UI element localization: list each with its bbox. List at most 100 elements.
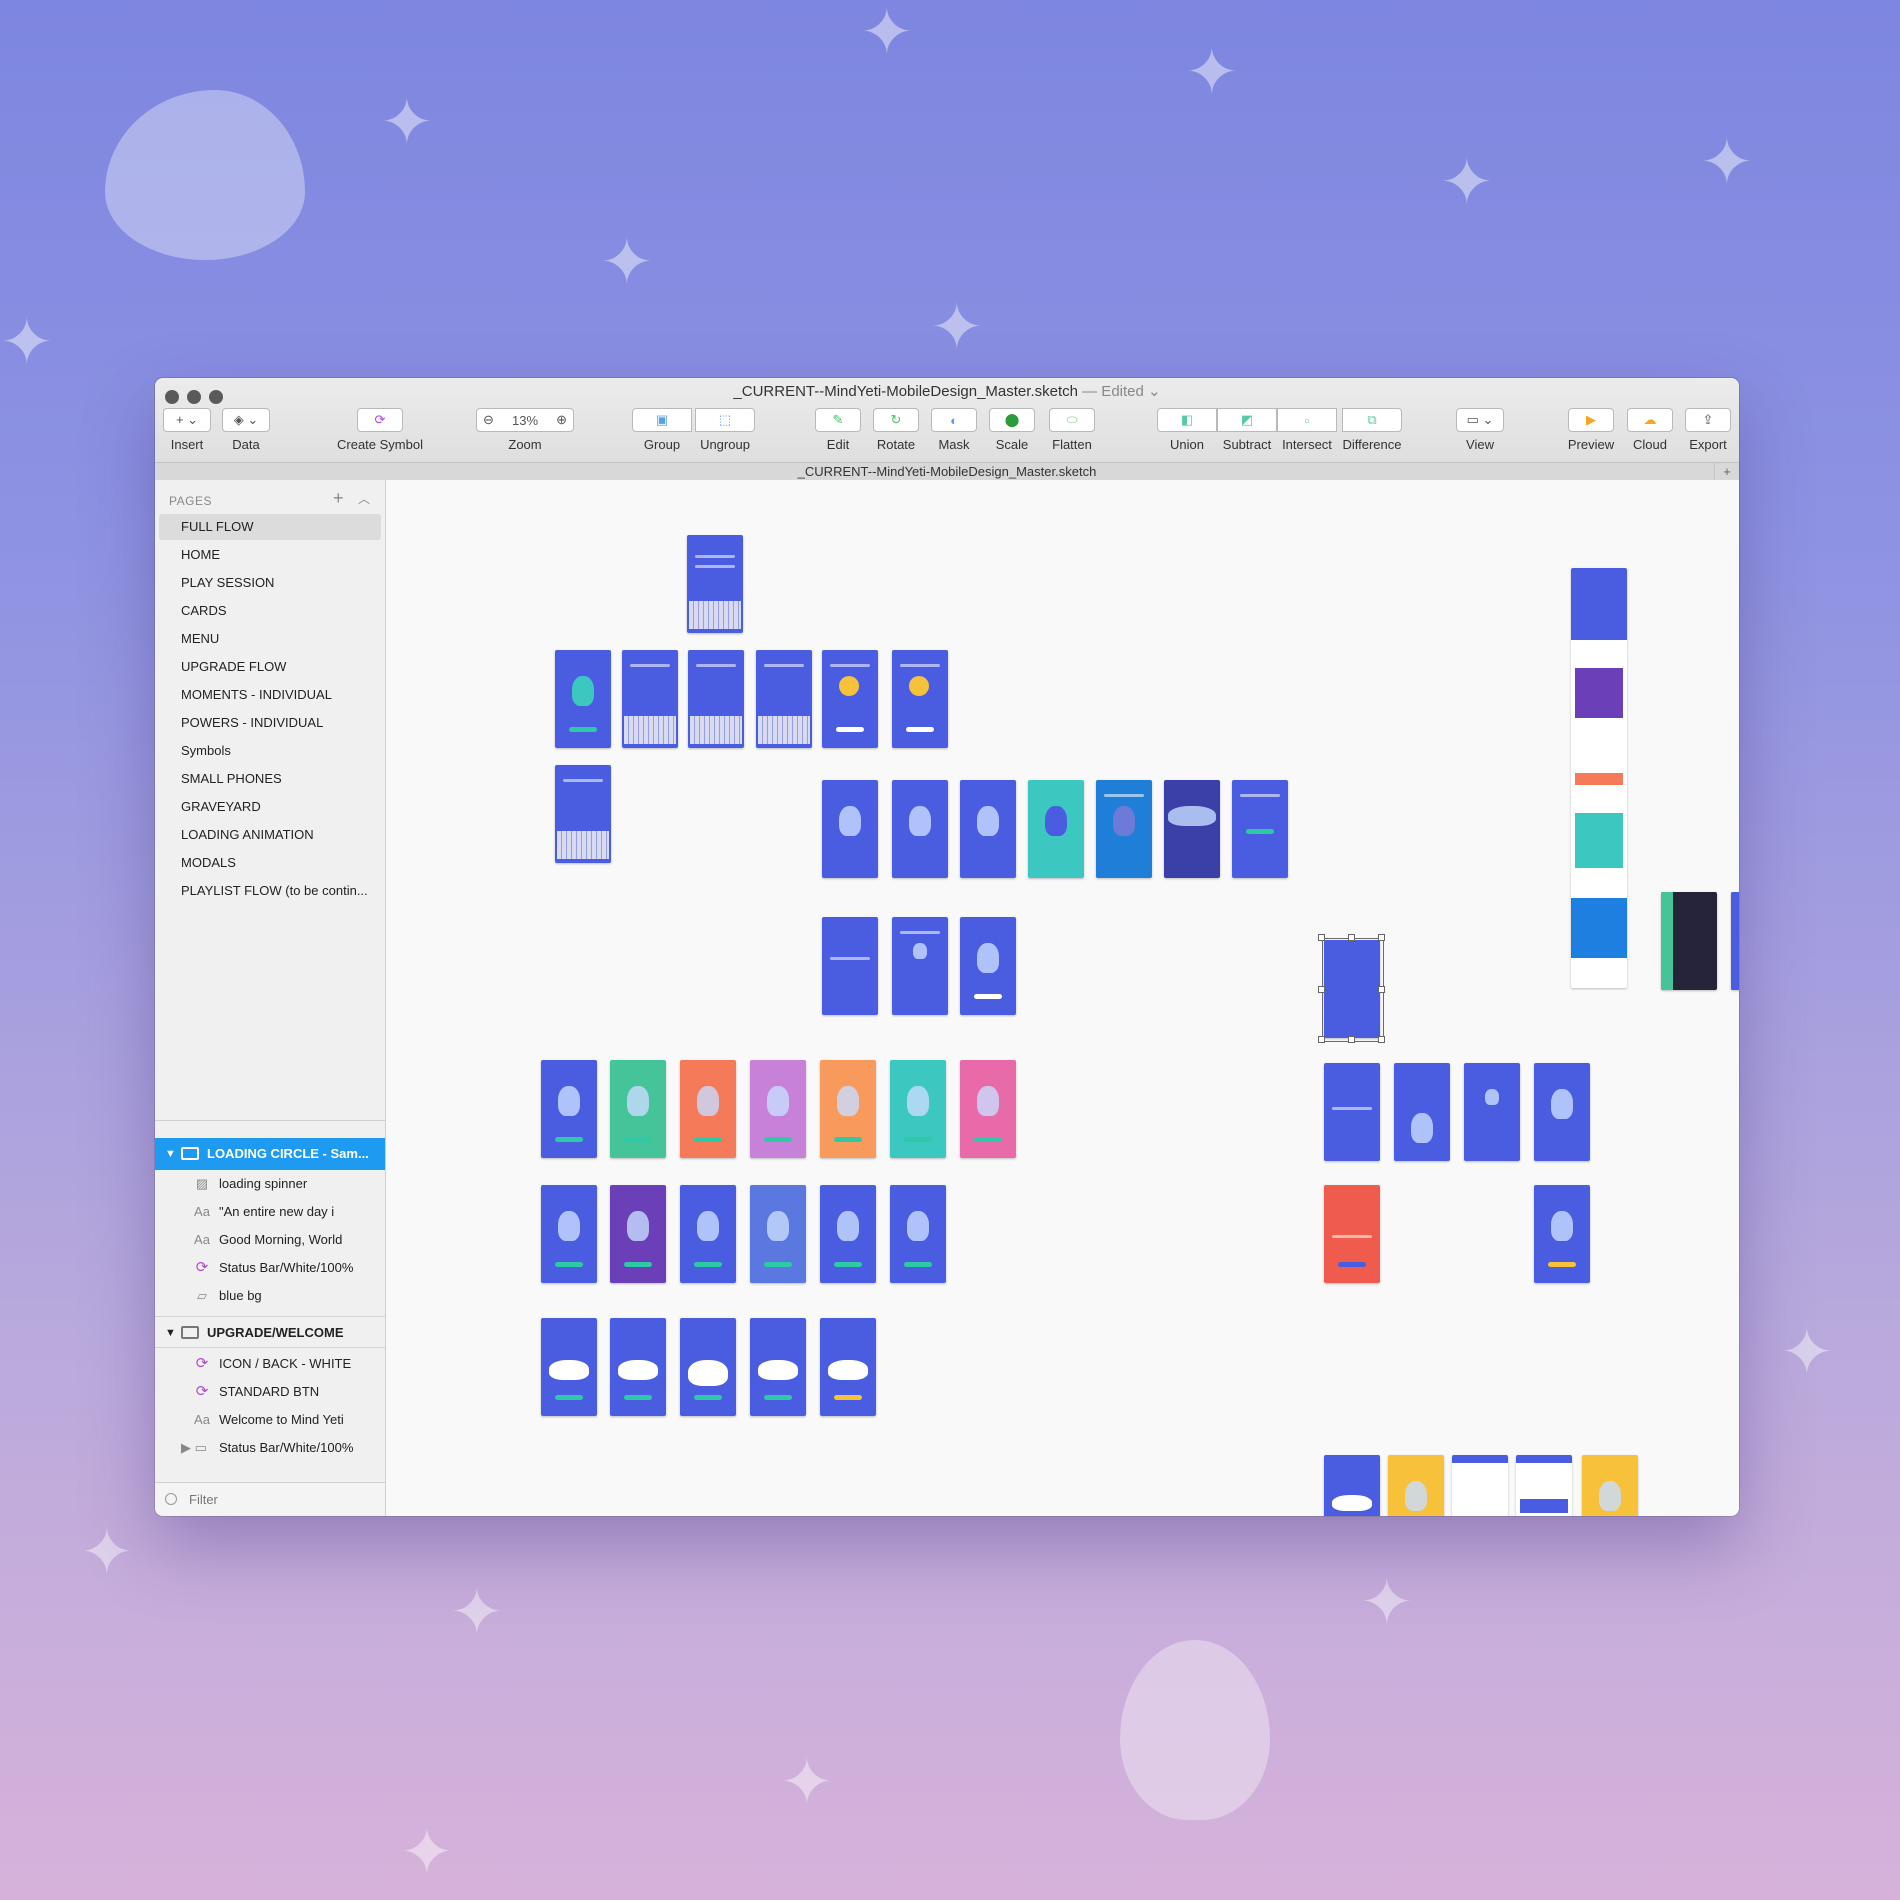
resize-handle[interactable] (1348, 934, 1355, 941)
insert-tool[interactable]: + ⌄ Insert (163, 408, 211, 452)
artboard[interactable] (680, 1060, 736, 1158)
artboard[interactable] (1164, 780, 1220, 878)
artboard[interactable] (820, 1060, 876, 1158)
zoom-in-icon[interactable]: ⊕ (556, 412, 567, 428)
artboard[interactable] (610, 1185, 666, 1283)
mask-tool[interactable]: ◐ Mask (931, 408, 977, 452)
zoom-tool[interactable]: ⊖ 13% ⊕ Zoom (475, 408, 575, 452)
artboard[interactable] (1516, 1455, 1572, 1516)
resize-handle[interactable] (1318, 986, 1325, 993)
resize-handle[interactable] (1318, 934, 1325, 941)
layer-item[interactable]: Aa "An entire new day i (155, 1198, 385, 1226)
layer-item[interactable]: Aa Welcome to Mind Yeti (155, 1406, 385, 1434)
cloud-tool[interactable]: ☁ Cloud (1625, 408, 1675, 452)
page-item[interactable]: UPGRADE FLOW (159, 654, 381, 680)
page-item[interactable]: HOME (159, 542, 381, 568)
layer-item[interactable]: ▱ blue bg (155, 1282, 385, 1310)
view-tool[interactable]: ▭ ⌄ View (1455, 408, 1505, 452)
resize-handle[interactable] (1348, 1036, 1355, 1043)
layer-item[interactable]: ⟳ ICON / BACK - WHITE (155, 1350, 385, 1378)
artboard[interactable] (1232, 780, 1288, 878)
artboard[interactable] (1661, 892, 1717, 990)
artboard[interactable] (555, 765, 611, 863)
artboard[interactable] (960, 780, 1016, 878)
create-symbol-tool[interactable]: ⟳ Create Symbol (315, 408, 445, 452)
artboard[interactable] (1464, 1063, 1520, 1161)
page-item[interactable]: MODALS (159, 850, 381, 876)
artboard[interactable] (756, 650, 812, 748)
artboard[interactable] (1096, 780, 1152, 878)
preview-tool[interactable]: ▶ Preview (1563, 408, 1619, 452)
artboard[interactable] (820, 1318, 876, 1416)
artboard[interactable] (1582, 1455, 1638, 1516)
disclosure-triangle-icon[interactable]: ▼ (165, 1138, 176, 1170)
intersect-tool[interactable]: ▫ Intersect (1277, 408, 1337, 452)
filter-field[interactable]: Filter (155, 1482, 385, 1516)
layer-group-upgrade-welcome[interactable]: ▼ UPGRADE/WELCOME (155, 1316, 385, 1348)
layer-item[interactable]: ▨ loading spinner (155, 1170, 385, 1198)
artboard[interactable] (820, 1185, 876, 1283)
page-item[interactable]: PLAYLIST FLOW (to be contin... (159, 878, 381, 904)
document-tab[interactable]: _CURRENT--MindYeti-MobileDesign_Master.s… (155, 462, 1739, 481)
collapse-pages-chevron-icon[interactable]: ︿ (358, 490, 370, 507)
artboard[interactable] (750, 1185, 806, 1283)
artboard[interactable] (1534, 1185, 1590, 1283)
page-item[interactable]: POWERS - INDIVIDUAL (159, 710, 381, 736)
artboard[interactable] (822, 650, 878, 748)
artboard[interactable] (1452, 1455, 1508, 1516)
artboard[interactable] (1394, 1063, 1450, 1161)
pages-layers-divider[interactable] (155, 1120, 385, 1121)
artboard[interactable] (680, 1185, 736, 1283)
edit-tool[interactable]: ✎ Edit (815, 408, 861, 452)
artboard[interactable] (750, 1318, 806, 1416)
data-tool[interactable]: ◈ ⌄ Data (221, 408, 271, 452)
artboard[interactable] (750, 1060, 806, 1158)
flatten-tool[interactable]: ⬭ Flatten (1047, 408, 1097, 452)
artboard[interactable] (1324, 1063, 1380, 1161)
artboard[interactable] (541, 1185, 597, 1283)
artboard[interactable] (555, 650, 611, 748)
page-item[interactable]: PLAY SESSION (159, 570, 381, 596)
disclosure-triangle-icon[interactable]: ▼ (165, 1317, 176, 1347)
page-item[interactable]: SMALL PHONES (159, 766, 381, 792)
resize-handle[interactable] (1378, 1036, 1385, 1043)
ungroup-tool[interactable]: ⬚ Ungroup (695, 408, 755, 452)
design-canvas[interactable] (386, 480, 1739, 1516)
layer-group-loading-circle[interactable]: ▼ LOADING CIRCLE - Sam... (155, 1138, 385, 1170)
page-item[interactable]: CARDS (159, 598, 381, 624)
zoom-out-icon[interactable]: ⊖ (483, 412, 494, 428)
artboard[interactable] (890, 1185, 946, 1283)
resize-handle[interactable] (1378, 986, 1385, 993)
artboard[interactable] (688, 650, 744, 748)
artboard[interactable] (610, 1060, 666, 1158)
selection-box[interactable] (1322, 938, 1384, 1042)
artboard[interactable] (960, 1060, 1016, 1158)
artboard[interactable] (1388, 1455, 1444, 1516)
artboard[interactable] (1028, 780, 1084, 878)
subtract-tool[interactable]: ◩ Subtract (1217, 408, 1277, 452)
page-item[interactable]: MOMENTS - INDIVIDUAL (159, 682, 381, 708)
artboard[interactable] (1324, 1185, 1380, 1283)
difference-tool[interactable]: ⧉ Difference (1337, 408, 1407, 452)
add-page-plus-icon[interactable]: + (333, 488, 344, 509)
artboard[interactable] (680, 1318, 736, 1416)
artboard[interactable] (892, 917, 948, 1015)
page-item[interactable]: MENU (159, 626, 381, 652)
layer-item[interactable]: ⟳ Status Bar/White/100% (155, 1254, 385, 1282)
artboard[interactable] (687, 535, 743, 633)
artboard[interactable] (822, 780, 878, 878)
layer-item[interactable]: Aa Good Morning, World (155, 1226, 385, 1254)
scale-tool[interactable]: ⬤ Scale (989, 408, 1035, 452)
new-tab-plus-icon[interactable]: + (1714, 463, 1739, 481)
union-tool[interactable]: ◧ Union (1157, 408, 1217, 452)
resize-handle[interactable] (1378, 934, 1385, 941)
resize-handle[interactable] (1318, 1036, 1325, 1043)
artboard[interactable] (960, 917, 1016, 1015)
artboard[interactable] (610, 1318, 666, 1416)
page-item[interactable]: GRAVEYARD (159, 794, 381, 820)
layer-item[interactable]: ⟳ STANDARD BTN (155, 1378, 385, 1406)
document-title[interactable]: _CURRENT--MindYeti-MobileDesign_Master.s… (155, 382, 1739, 400)
artboard[interactable] (892, 780, 948, 878)
artboard[interactable] (892, 650, 948, 748)
artboard[interactable] (1534, 1063, 1590, 1161)
